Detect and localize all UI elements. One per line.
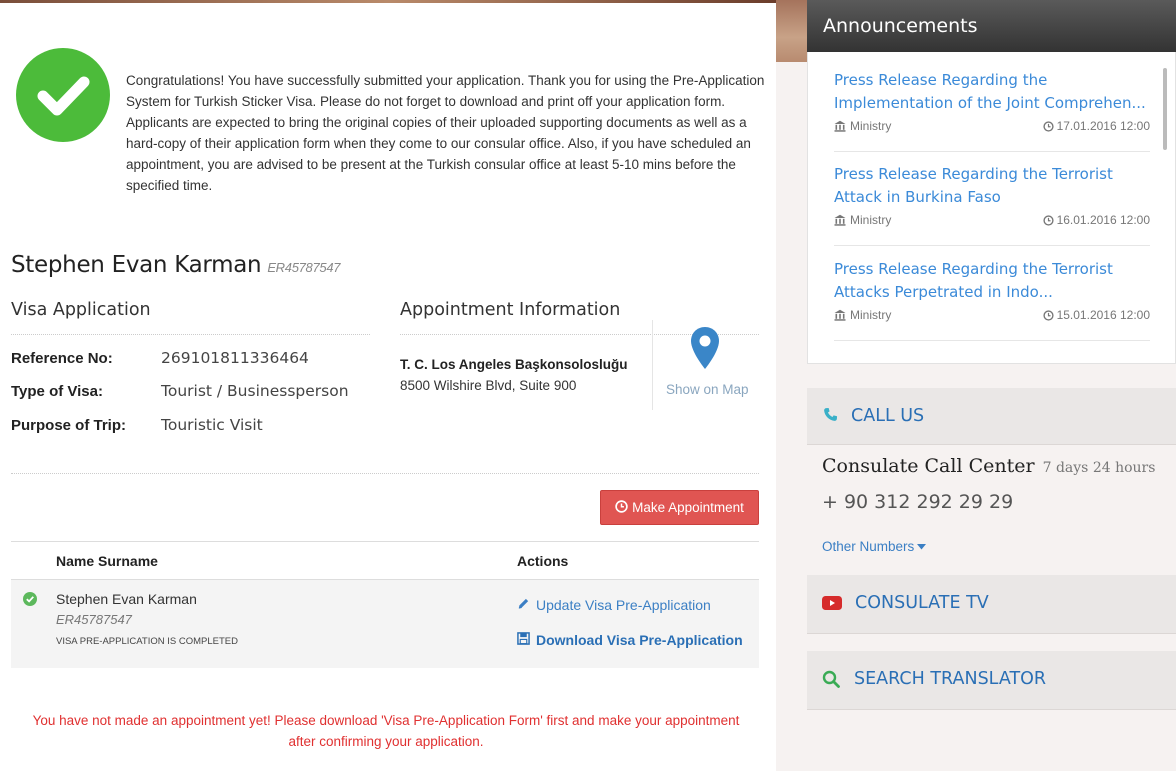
edit-icon [517,597,530,613]
announcement-date: 16.01.2016 12:00 [1042,213,1150,227]
call-center-heading: Consulate Call Center 7 days 24 hours [822,455,1155,477]
announcement-date: 15.01.2016 12:00 [1042,308,1150,322]
row-applicant-ref: ER45787547 [56,612,132,627]
consulate-name: T. C. Los Angeles Başkonsolosluğu [400,357,628,372]
download-application-label: Download Visa Pre-Application [536,632,743,648]
announcement-title[interactable]: Press Release Regarding the Terrorist At… [834,163,1150,209]
consulate-tv-title: CONSULATE TV [855,593,989,613]
appointment-warning: You have not made an appointment yet! Pl… [32,713,740,749]
divider [11,334,370,335]
announcement-title[interactable]: Press Release Regarding the Implementati… [834,69,1150,115]
consulate-tv-panel[interactable]: CONSULATE TV [807,575,1176,634]
phone-icon [823,407,838,427]
announcement-date: 17.01.2016 12:00 [1042,119,1150,133]
divider [652,320,653,410]
search-translator-title: SEARCH TRANSLATOR [854,669,1047,689]
applicant-heading: Stephen Evan Karman ER45787547 [11,252,341,278]
list-item[interactable]: Press Release Regarding the Terrorist At… [834,163,1150,246]
check-circle-icon [23,592,37,611]
source-label: Ministry [850,213,892,227]
visa-type-value: Tourist / Businessperson [161,382,349,400]
clock-icon [1042,309,1054,321]
top-banner-strip [0,0,776,3]
list-item[interactable]: Press Release Regarding the Terrorist At… [834,258,1150,341]
other-numbers-label: Other Numbers [822,539,915,554]
save-icon [517,632,530,648]
announcement-source: Ministry [834,119,891,133]
announcement-title[interactable]: Press Release Regarding the Terrorist At… [834,258,1150,304]
download-application-link[interactable]: Download Visa Pre-Application [517,632,743,648]
update-application-label: Update Visa Pre-Application [536,597,711,613]
sidebar: Announcements Press Release Regarding th… [776,0,1176,771]
actions-header: Actions [517,553,569,569]
caret-down-icon [917,543,927,549]
make-appointment-label: Make Appointment [632,500,744,515]
call-us-title: CALL US [851,406,925,426]
make-appointment-button[interactable]: Make Appointment [600,490,759,525]
reference-value: 269101811336464 [161,349,309,367]
purpose-label: Purpose of Trip: [11,417,127,434]
show-on-map-link[interactable]: Show on Map [666,382,749,397]
source-label: Ministry [850,119,892,133]
call-center-phone: + 90 312 292 29 29 [822,491,1014,513]
visa-type-label: Type of Visa: [11,383,103,400]
status-text: VISA PRE-APPLICATION IS COMPLETED [56,636,238,647]
divider [11,473,759,474]
table-row: Stephen Evan Karman ER45787547 VISA PRE-… [11,580,759,668]
date-label: 16.01.2016 12:00 [1056,213,1150,227]
table-header: Name Surname Actions [11,541,759,580]
date-label: 17.01.2016 12:00 [1056,119,1150,133]
announcement-meta: Ministry 15.01.2016 12:00 [834,308,1150,332]
date-label: 15.01.2016 12:00 [1056,308,1150,322]
main-content: Congratulations! You have successfully s… [0,0,776,771]
bank-icon [834,120,846,132]
call-us-panel[interactable]: CALL US [807,388,1176,445]
call-center-name: Consulate Call Center [822,455,1035,477]
clock-icon [1042,120,1054,132]
bank-icon [834,214,846,226]
clock-icon [1042,214,1054,226]
call-center-hours: 7 days 24 hours [1042,460,1156,476]
row-applicant-name: Stephen Evan Karman [56,591,197,607]
reference-label: Reference No: [11,350,113,367]
announcement-source: Ministry [834,308,891,322]
appointment-info-title: Appointment Information [400,300,621,320]
announcement-meta: Ministry 17.01.2016 12:00 [834,119,1150,143]
applicant-ref: ER45787547 [267,260,341,275]
success-message: Congratulations! You have successfully s… [126,73,765,193]
applicant-name: Stephen Evan Karman [11,252,262,278]
bank-icon [834,309,846,321]
update-application-link[interactable]: Update Visa Pre-Application [517,597,711,613]
list-item[interactable]: Press Release Regarding the Implementati… [834,69,1150,152]
other-numbers-toggle[interactable]: Other Numbers [822,539,927,554]
name-surname-header: Name Surname [56,553,158,569]
announcements-title: Announcements [807,0,1176,52]
success-check-icon [16,48,110,142]
consulate-address: 8500 Wilshire Blvd, Suite 900 [400,378,577,393]
visa-application-title: Visa Application [11,300,151,320]
search-translator-panel[interactable]: SEARCH TRANSLATOR [807,651,1176,710]
scrollbar[interactable] [1163,68,1167,150]
announcements-list[interactable]: Press Release Regarding the Implementati… [807,52,1176,364]
clock-icon [615,499,628,516]
youtube-icon [822,595,842,616]
announcement-source: Ministry [834,213,891,227]
header-photo [776,0,808,62]
map-marker-icon[interactable] [690,326,720,375]
source-label: Ministry [850,308,892,322]
search-icon [822,670,840,693]
announcement-meta: Ministry 16.01.2016 12:00 [834,213,1150,237]
purpose-value: Touristic Visit [161,416,263,434]
